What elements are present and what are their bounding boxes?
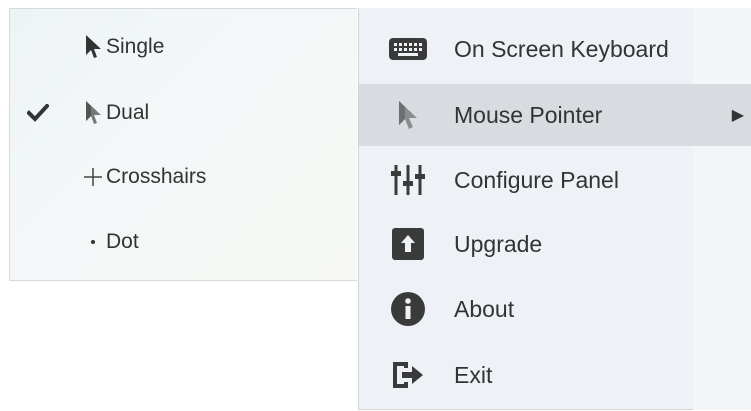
menu-item-label: Upgrade [454,230,543,257]
exit-icon [387,354,429,396]
menu-item-exit[interactable]: Exit [359,344,751,406]
pointer-option-dot[interactable]: Dot [10,222,357,262]
menu-item-upgrade[interactable]: Upgrade [359,213,751,275]
pointer-submenu: Single Dual Crosshairs Dot [9,8,357,281]
dual-arrow-cursor-icon [82,99,104,127]
mouse-pointer-icon [387,94,429,136]
checkmark-icon [26,101,50,125]
menu-item-about[interactable]: About [359,278,751,340]
menu-item-label: About [454,295,515,322]
menu-item-label: Configure Panel [454,166,619,193]
menu-item-label: Exit [454,361,493,388]
submenu-arrow-icon: ▶ [731,107,744,124]
main-menu: On Screen Keyboard Mouse Pointer ▶ Confi… [358,8,751,410]
info-icon [387,288,429,330]
sliders-icon [387,159,429,201]
menu-item-configure-panel[interactable]: Configure Panel [359,149,751,211]
pointer-option-dual[interactable]: Dual [10,93,357,133]
pointer-option-single[interactable]: Single [10,27,357,67]
pointer-option-label: Single [106,35,165,58]
arrow-cursor-icon [82,33,104,61]
upgrade-icon [387,223,429,265]
menu-item-mouse-pointer[interactable]: Mouse Pointer ▶ [359,84,751,146]
pointer-option-crosshairs[interactable]: Crosshairs [10,157,357,197]
menu-item-on-screen-keyboard[interactable]: On Screen Keyboard [359,18,751,80]
menu-item-label: On Screen Keyboard [454,35,669,62]
keyboard-icon [387,28,429,70]
menu-item-label: Mouse Pointer [454,101,603,128]
pointer-option-label: Dot [106,230,139,253]
dot-icon [82,228,104,256]
crosshair-icon [82,163,104,191]
pointer-option-label: Crosshairs [106,165,207,188]
pointer-option-label: Dual [106,101,150,124]
